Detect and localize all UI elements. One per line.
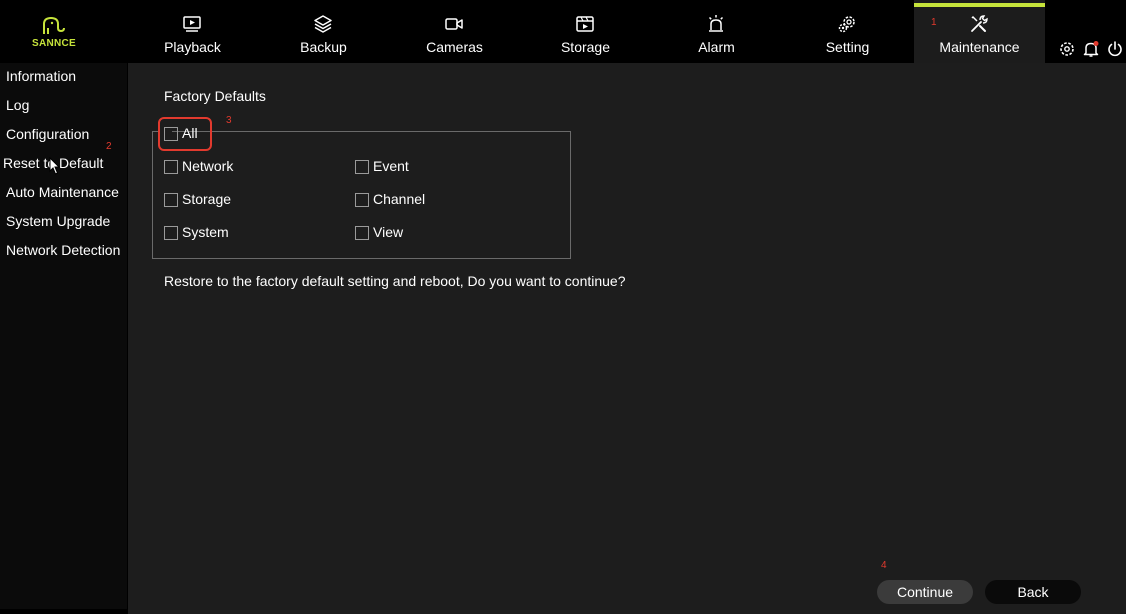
sidebar-item-label: Log	[6, 97, 30, 113]
sidebar-item-label: System Upgrade	[6, 213, 111, 229]
checkbox-box[interactable]	[355, 193, 369, 207]
sidebar-item-label: Auto Maintenance	[6, 184, 119, 200]
sidebar-item-system-upgrade[interactable]: System Upgrade	[0, 208, 127, 236]
checkbox-label: View	[373, 224, 404, 240]
checkbox-label: System	[182, 224, 229, 240]
highlight-box	[158, 117, 212, 151]
tab-storage[interactable]: Storage	[520, 0, 651, 63]
elephant-logo-icon	[43, 16, 65, 34]
sidebar-item-auto-maintenance[interactable]: Auto Maintenance	[0, 179, 127, 207]
tab-cameras[interactable]: Cameras	[389, 0, 520, 63]
tab-setting[interactable]: Setting	[782, 0, 913, 63]
checkbox-box[interactable]	[164, 160, 178, 174]
top-nav-bar: SANNCE Playback Backup Cameras Storage A…	[0, 0, 1126, 63]
sidebar-item-information[interactable]: Information	[0, 63, 127, 91]
checkbox-label: Storage	[182, 191, 232, 207]
checkbox-box[interactable]	[355, 160, 369, 174]
main-panel: Factory Defaults All 3 Network Storage S…	[128, 63, 1126, 614]
tab-alarm[interactable]: Alarm	[651, 0, 782, 63]
sannce-logo: SANNCE	[30, 16, 78, 52]
film-storage-icon	[576, 16, 594, 32]
tab-label: Maintenance	[939, 39, 1020, 55]
tab-maintenance[interactable]: Maintenance	[914, 0, 1045, 63]
tools-icon	[971, 15, 988, 32]
section-title: Factory Defaults	[164, 88, 266, 104]
gears-icon	[838, 16, 855, 33]
layers-icon	[314, 15, 332, 33]
mouse-cursor-icon	[49, 157, 61, 175]
tab-label: Playback	[164, 39, 221, 55]
sidebar-item-network-detection[interactable]: Network Detection	[0, 237, 127, 265]
checkbox-box[interactable]	[164, 226, 178, 240]
sidebar-item-log[interactable]: Log	[0, 92, 127, 120]
checkbox-box[interactable]	[164, 193, 178, 207]
logo-text: SANNCE	[31, 38, 77, 49]
annotation-2: 2	[106, 141, 112, 152]
playback-icon	[183, 16, 201, 32]
tab-label: Cameras	[426, 39, 483, 55]
tab-label: Backup	[300, 39, 347, 55]
tab-label: Setting	[825, 39, 870, 55]
confirm-message: Restore to the factory default setting a…	[164, 273, 626, 289]
tab-label: Alarm	[698, 39, 735, 55]
alarm-siren-icon	[708, 15, 724, 32]
annotation-4: 4	[881, 560, 887, 571]
settings-gear-icon[interactable]	[1058, 40, 1076, 58]
tab-label: Storage	[560, 39, 611, 55]
sidebar-item-reset-to-default[interactable]: Reset to Default	[0, 150, 127, 178]
sidebar-item-label: Configuration	[6, 126, 90, 142]
camera-icon	[445, 18, 463, 30]
checkbox-label: Event	[373, 158, 409, 174]
sidebar-item-label: Information	[6, 68, 77, 84]
annotation-1: 1	[931, 17, 937, 28]
checkbox-label: Channel	[373, 191, 426, 207]
tab-playback[interactable]: Playback	[127, 0, 258, 63]
notification-bell-icon[interactable]	[1082, 40, 1100, 58]
sidebar-item-label: Network Detection	[6, 242, 121, 258]
tab-backup[interactable]: Backup	[258, 0, 389, 63]
checkbox-box[interactable]	[355, 226, 369, 240]
back-button[interactable]: Back	[985, 580, 1081, 604]
checkbox-label: Network	[182, 158, 234, 174]
power-icon[interactable]	[1106, 40, 1124, 58]
annotation-3: 3	[226, 115, 232, 126]
continue-button[interactable]: Continue	[877, 580, 973, 604]
